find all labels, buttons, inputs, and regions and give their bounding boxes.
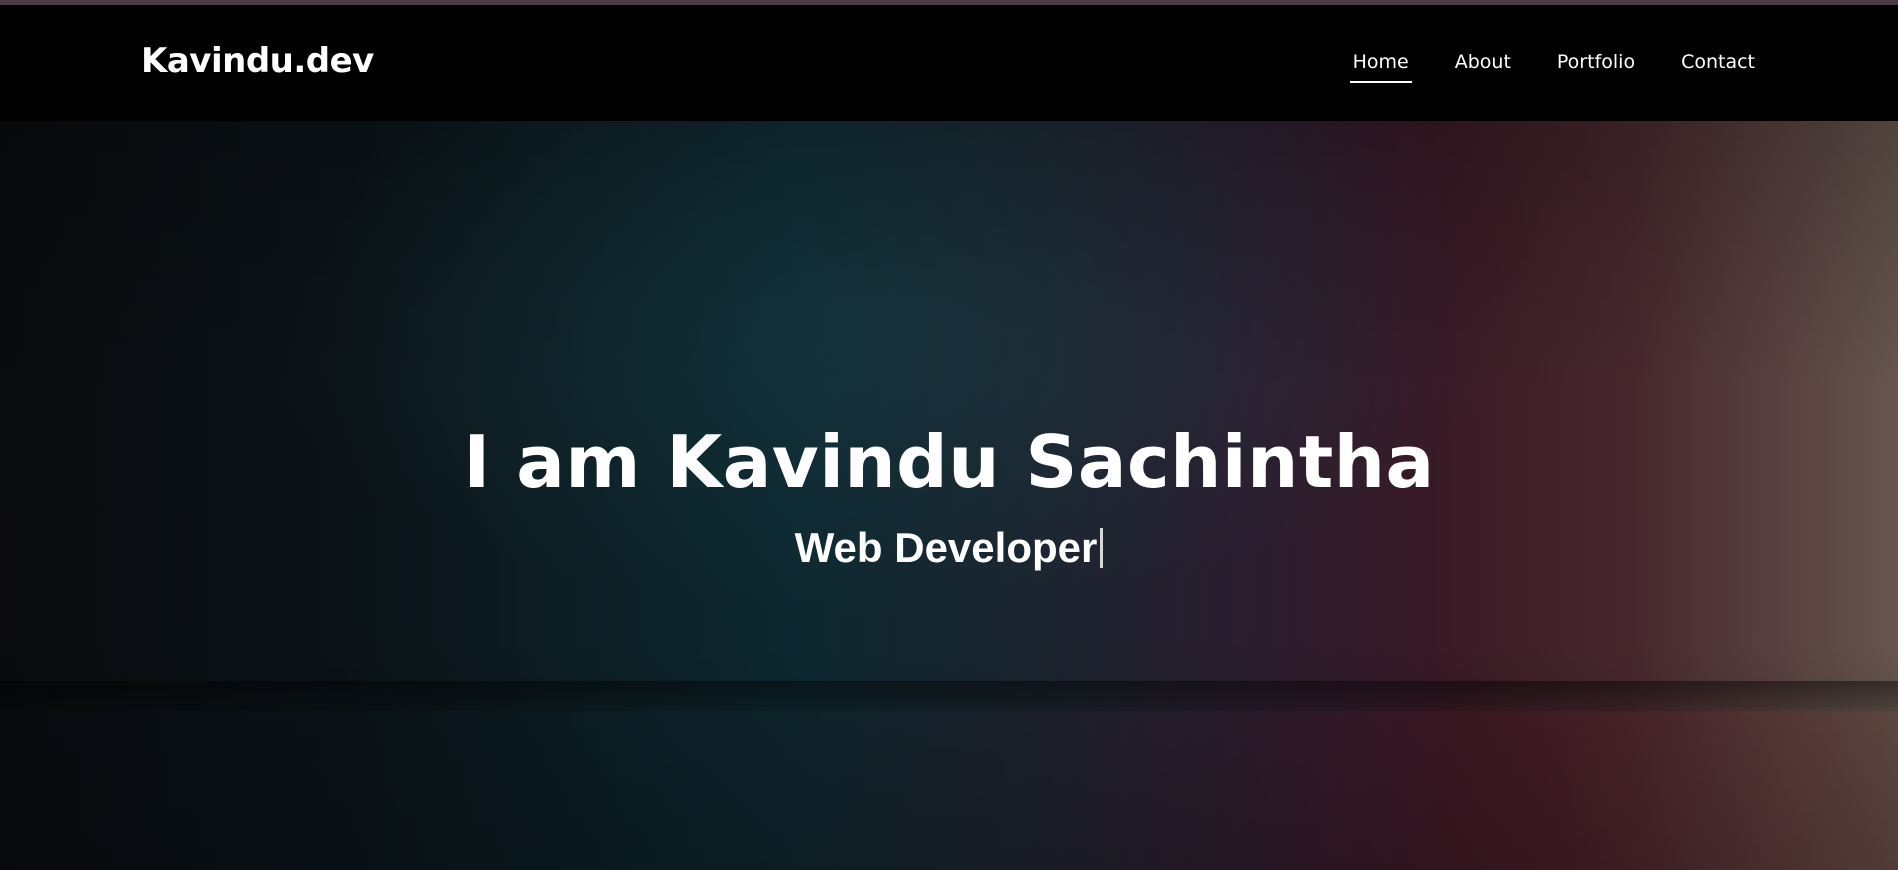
hero-subtitle: Web Developer (794, 524, 1098, 571)
hero-subtitle-wrap: Web Developer (0, 522, 1898, 574)
nav-link-portfolio[interactable]: Portfolio (1554, 49, 1638, 75)
brand-logo[interactable]: Kavindu.dev (141, 39, 374, 83)
nav-link-about[interactable]: About (1452, 49, 1514, 75)
nav-link-contact[interactable]: Contact (1678, 49, 1758, 75)
typing-cursor (1100, 528, 1104, 568)
main-nav: Home About Portfolio Contact (1349, 49, 1758, 83)
floor (0, 711, 1898, 870)
navbar: Kavindu.dev Home About Portfolio Contact (0, 5, 1898, 121)
nav-link-home[interactable]: Home (1349, 49, 1412, 83)
hero-title: I am Kavindu Sachintha (463, 420, 1435, 504)
floor-edge (0, 681, 1898, 711)
